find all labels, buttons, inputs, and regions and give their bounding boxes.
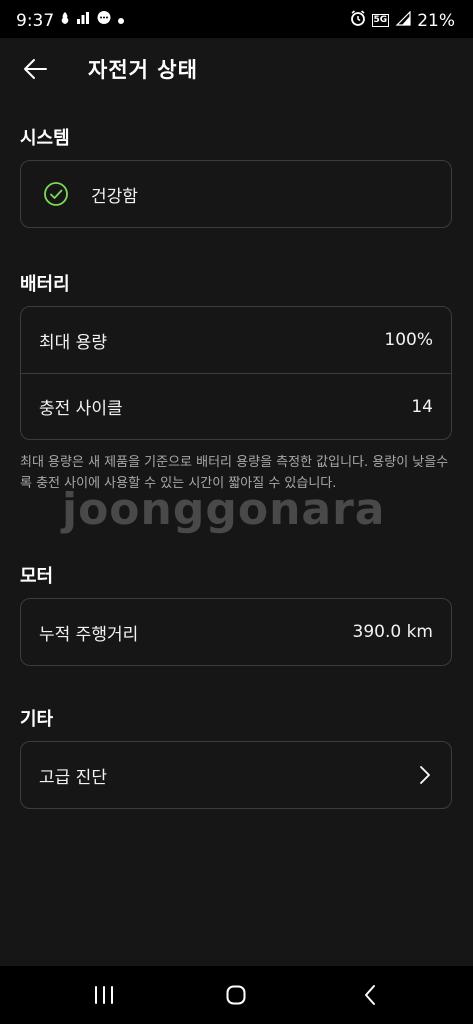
- signal-app-icon: [76, 11, 90, 30]
- system-status-label: 건강함: [91, 186, 138, 207]
- status-time: 9:37: [16, 10, 55, 31]
- charge-cycles-label: 충전 사이클: [39, 399, 123, 419]
- home-button[interactable]: [216, 978, 256, 1012]
- battery-info-text: 최대 용량은 새 제품을 기준으로 배터리 용량을 측정한 값입니다. 용량이 …: [20, 455, 449, 491]
- section-title-battery: 배터리: [20, 274, 70, 295]
- odometer-label: 누적 주행거리: [39, 624, 139, 645]
- battery-row-charge-cycles: 충전 사이클 14: [21, 373, 451, 439]
- back-button[interactable]: [18, 52, 52, 86]
- battery-row-max-capacity: 최대 용량 100%: [21, 307, 451, 373]
- alarm-icon: [350, 10, 366, 31]
- screen: 9:37 5G 21% 자전거 상태 시스템 건강함 배터리 최대 용량 100…: [0, 0, 473, 1024]
- motor-card: 누적 주행거리 390.0 km: [20, 598, 452, 666]
- page-title: 자전거 상태: [88, 58, 198, 82]
- section-title-etc: 기타: [20, 709, 54, 730]
- battery-card: 최대 용량 100% 충전 사이클 14: [20, 306, 452, 440]
- network-5g-icon: 5G: [371, 14, 390, 27]
- notification-icon: [60, 11, 70, 30]
- system-status-row: 건강함: [21, 161, 451, 227]
- cell-signal-icon: [395, 10, 411, 31]
- advanced-diagnostics-row[interactable]: 고급 진단: [21, 742, 451, 808]
- check-circle-icon: [44, 182, 68, 206]
- status-left: 9:37: [16, 10, 125, 31]
- dot-icon: [118, 13, 125, 29]
- app-header: 자전거 상태: [0, 38, 473, 102]
- system-nav-bar: [0, 966, 473, 1024]
- motor-row-odometer: 누적 주행거리 390.0 km: [21, 599, 451, 665]
- battery-percent: 21%: [417, 10, 455, 31]
- section-title-system: 시스템: [20, 128, 70, 149]
- advanced-diagnostics-label: 고급 진단: [39, 767, 107, 788]
- odometer-value: 390.0 km: [352, 622, 433, 642]
- max-capacity-label: 최대 용량: [39, 332, 107, 353]
- status-right: 5G 21%: [350, 10, 455, 31]
- etc-card: 고급 진단: [20, 741, 452, 809]
- message-icon: [96, 10, 112, 31]
- status-bar: 9:37 5G 21%: [0, 0, 473, 38]
- home-icon: [226, 985, 246, 1005]
- recent-apps-button[interactable]: [84, 978, 124, 1012]
- chevron-left-icon: [365, 985, 375, 1005]
- charge-cycles-value: 14: [411, 396, 433, 417]
- back-nav-button[interactable]: [350, 978, 390, 1012]
- arrow-left-icon: [24, 59, 47, 79]
- recent-apps-icon: [95, 986, 113, 1004]
- chevron-right-icon: [420, 766, 430, 784]
- max-capacity-value: 100%: [384, 330, 433, 350]
- system-card: 건강함: [20, 160, 452, 228]
- section-title-motor: 모터: [20, 566, 54, 587]
